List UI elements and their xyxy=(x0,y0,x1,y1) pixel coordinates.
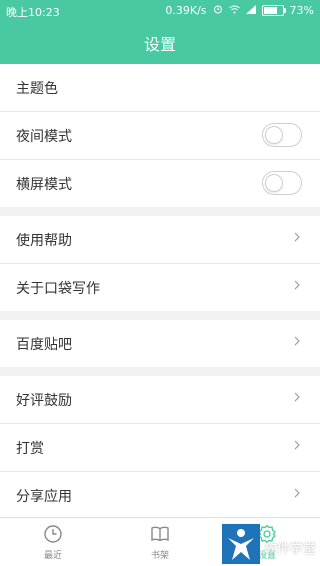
row-help[interactable]: 使用帮助 xyxy=(0,216,320,264)
row-rate-app[interactable]: 好评鼓励 xyxy=(0,376,320,424)
row-about[interactable]: 关于口袋写作 xyxy=(0,264,320,311)
clock-icon xyxy=(44,525,62,543)
alarm-icon xyxy=(213,4,223,17)
signal-icon xyxy=(245,4,256,17)
tab-bookshelf[interactable]: 书架 xyxy=(107,518,213,566)
row-label: 使用帮助 xyxy=(16,233,72,249)
watermark: 软件学堂 xyxy=(222,524,318,564)
title-bar: 设置 xyxy=(0,20,320,64)
chevron-right-icon xyxy=(294,392,300,402)
row-baidu-tieba[interactable]: 百度贴吧 xyxy=(0,320,320,367)
row-label: 横屏模式 xyxy=(16,177,72,193)
row-theme-color[interactable]: 主题色 xyxy=(0,64,320,112)
watermark-logo-icon xyxy=(222,524,260,564)
row-landscape-mode: 横屏模式 xyxy=(0,160,320,207)
row-label: 关于口袋写作 xyxy=(16,281,100,297)
row-label: 分享应用 xyxy=(16,489,72,505)
toggle-knob xyxy=(265,174,283,192)
row-label: 夜间模式 xyxy=(16,129,72,145)
chevron-right-icon xyxy=(294,488,300,498)
page-title: 设置 xyxy=(143,35,176,54)
battery-percent: 73% xyxy=(289,4,314,17)
chevron-right-icon xyxy=(294,232,300,242)
settings-section-help: 使用帮助 关于口袋写作 xyxy=(0,216,320,311)
watermark-text: 软件学堂 xyxy=(264,542,317,557)
tab-label: 最近 xyxy=(43,551,62,561)
row-label: 打赏 xyxy=(16,441,44,457)
chevron-right-icon xyxy=(294,440,300,450)
tab-recent[interactable]: 最近 xyxy=(0,518,106,566)
row-label: 好评鼓励 xyxy=(16,393,72,409)
row-tip[interactable]: 打赏 xyxy=(0,424,320,472)
row-night-mode: 夜间模式 xyxy=(0,112,320,160)
chevron-right-icon xyxy=(294,280,300,290)
wifi-icon xyxy=(228,4,240,17)
row-label: 主题色 xyxy=(16,81,58,97)
settings-section-support: 好评鼓励 打赏 分享应用 xyxy=(0,376,320,519)
row-label: 百度贴吧 xyxy=(16,337,72,353)
row-share-app[interactable]: 分享应用 xyxy=(0,472,320,519)
toggle-knob xyxy=(265,126,283,144)
status-time: 晚上10:23 xyxy=(6,6,60,19)
landscape-mode-toggle[interactable] xyxy=(262,171,302,195)
net-speed: 0.39K/s xyxy=(165,4,207,17)
night-mode-toggle[interactable] xyxy=(262,123,302,147)
status-bar: 晚上10:23 0.39K/s 73% xyxy=(0,0,320,20)
settings-section-community: 百度贴吧 xyxy=(0,320,320,367)
book-icon xyxy=(151,526,169,542)
settings-section-display: 主题色 夜间模式 横屏模式 xyxy=(0,64,320,207)
battery-icon xyxy=(261,5,286,16)
status-right: 0.39K/s 73% xyxy=(165,4,314,17)
tab-label: 书架 xyxy=(150,551,169,561)
chevron-right-icon xyxy=(294,336,300,346)
